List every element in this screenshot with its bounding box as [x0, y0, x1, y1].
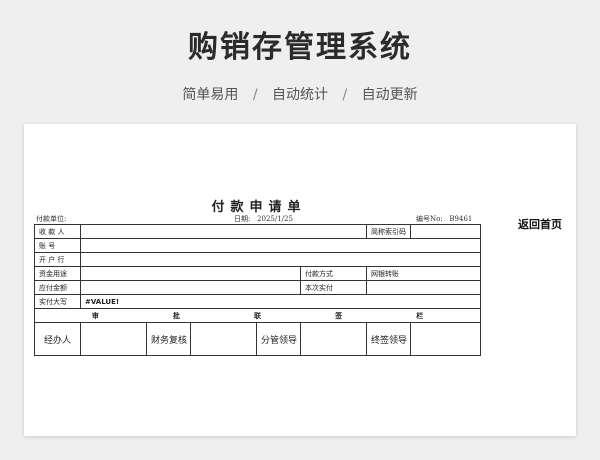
pay-method-value[interactable]: 网银转账 — [366, 266, 482, 281]
payable-label: 应付金额 — [34, 280, 81, 295]
bank-label: 开 户 行 — [34, 252, 81, 267]
table-row: 应付金额 本次实付 — [34, 280, 482, 295]
page-title: 购销存管理系统 — [188, 30, 412, 65]
short-index-input[interactable] — [410, 224, 482, 239]
table-row: 账 号 — [34, 238, 482, 253]
account-label: 账 号 — [34, 238, 81, 253]
date-label: 日期: — [234, 215, 251, 223]
approval-char: 签 — [335, 310, 343, 320]
table-row: 审 批 联 签 栏 — [33, 308, 482, 323]
approval-char: 栏 — [416, 310, 424, 320]
this-time-input[interactable] — [366, 280, 482, 295]
payee-label: 收 款 人 — [34, 224, 81, 239]
number-field: 编号No: B9461 — [416, 214, 472, 224]
this-time-label: 本次实付 — [299, 280, 368, 295]
approval-char: 审 — [91, 310, 99, 320]
table-row: 资金用途 付款方式 网银转账 — [34, 266, 482, 281]
table-row: 实付大写 #VALUE! — [34, 294, 482, 309]
finance-review-label: 财务复核 — [146, 322, 191, 356]
feature-easy: 简单易用 — [182, 87, 239, 103]
handler-label: 经办人 — [34, 322, 81, 356]
feature-auto-update: 自动更新 — [361, 87, 418, 103]
purpose-input[interactable] — [80, 266, 301, 281]
number-label: 编号No: — [416, 215, 443, 223]
back-home-link[interactable]: 返回首页 — [518, 216, 562, 232]
purpose-label: 资金用途 — [34, 266, 81, 281]
final-sign-label: 终签领导 — [366, 322, 412, 356]
pay-method-label: 付款方式 — [299, 266, 368, 281]
short-index-label: 简称索引码 — [366, 224, 412, 239]
spreadsheet-sheet: 付款申请单 付款单位: 日期: 2025/1/25 编号No: B9461 返回… — [24, 124, 576, 436]
table-row: 经办人 财务复核 分管领导 终签领导 — [34, 322, 482, 356]
payee-input[interactable] — [79, 224, 368, 239]
feature-tagline: 简单易用 / 自动统计 / 自动更新 — [0, 84, 600, 104]
separator: / — [342, 87, 348, 103]
payment-request-table: 收 款 人 简称索引码 账 号 开 户 行 资金用途 付款方式 网银转账 应付金… — [33, 224, 482, 356]
separator: / — [252, 87, 258, 103]
payable-input[interactable] — [80, 280, 301, 295]
account-input[interactable] — [79, 238, 482, 253]
table-row: 开 户 行 — [34, 252, 482, 267]
approval-header: 审 批 联 签 栏 — [33, 308, 482, 323]
handler-sign-cell[interactable] — [80, 322, 147, 356]
date-value: 2025/1/25 — [257, 215, 293, 223]
amount-words-value[interactable]: #VALUE! — [79, 294, 482, 309]
amount-words-label: 实付大写 — [34, 294, 81, 309]
bank-input[interactable] — [79, 252, 482, 267]
payer-label: 付款单位: — [36, 215, 67, 223]
supervisor-sign-cell[interactable] — [299, 322, 368, 356]
form-title: 付款申请单 — [211, 200, 307, 215]
number-value: B9461 — [449, 215, 473, 223]
date-field: 日期: 2025/1/25 — [234, 214, 293, 224]
approval-char: 批 — [172, 310, 180, 320]
table-row: 收 款 人 简称索引码 — [34, 224, 482, 239]
final-sign-cell[interactable] — [410, 322, 482, 356]
approval-char: 联 — [254, 310, 261, 320]
feature-auto-stats: 自动统计 — [272, 87, 328, 103]
finance-review-sign-cell[interactable] — [190, 322, 257, 356]
supervisor-label: 分管领导 — [256, 322, 301, 356]
